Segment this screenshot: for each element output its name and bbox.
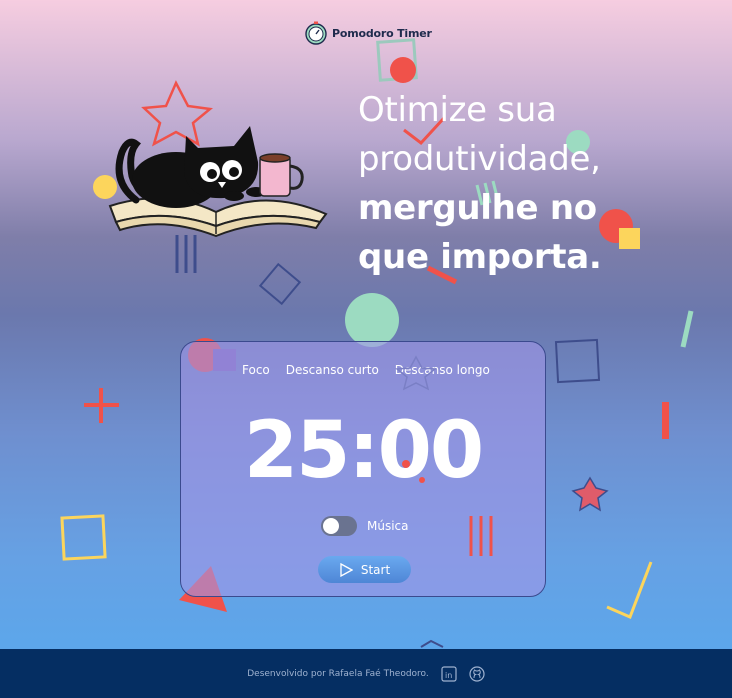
- deco-check: [606, 561, 653, 620]
- hero-line-4: que importa.: [358, 237, 602, 277]
- deco-line: [680, 310, 694, 348]
- deco-square: [60, 514, 107, 561]
- deco-square: [258, 262, 302, 306]
- hero-line-1: Otimize sua: [358, 90, 557, 130]
- music-toggle[interactable]: [321, 516, 357, 536]
- footer-credit: Desenvolvido por Rafaela Faé Theodoro.: [247, 668, 429, 679]
- github-icon[interactable]: [469, 665, 485, 682]
- deco-bar: [662, 402, 669, 439]
- stopwatch-icon: [304, 21, 328, 45]
- hero-line-2: produtividade,: [358, 139, 601, 179]
- timer-display: 25:00: [243, 406, 484, 496]
- app-title: Pomodoro Timer: [332, 26, 432, 40]
- footer: Desenvolvido por Rafaela Faé Theodoro. i…: [0, 649, 732, 698]
- music-control: Música: [321, 516, 409, 536]
- svg-text:in: in: [445, 671, 452, 680]
- deco-circle: [390, 57, 416, 83]
- deco-square: [554, 338, 601, 384]
- hero-line-3: mergulhe no: [358, 188, 597, 228]
- timer-card: Foco Descanso curto Descanso longo 25:00…: [180, 341, 546, 597]
- deco-star: [420, 639, 444, 648]
- start-label: Start: [360, 562, 391, 577]
- start-button[interactable]: Start: [318, 556, 411, 583]
- cat-book-illustration: [108, 126, 328, 238]
- tab-foco[interactable]: Foco: [242, 363, 270, 377]
- deco-star: [571, 476, 609, 512]
- mode-tabs: Foco Descanso curto Descanso longo: [242, 363, 490, 377]
- app-logo[interactable]: Pomodoro Timer: [304, 21, 432, 45]
- toggle-knob: [323, 518, 339, 534]
- tab-descanso-curto[interactable]: Descanso curto: [286, 363, 379, 377]
- deco-circle: [345, 293, 399, 347]
- music-label: Música: [367, 519, 409, 533]
- hero-headline: Otimize sua produtividade, mergulhe no q…: [358, 86, 688, 282]
- linkedin-icon[interactable]: in: [441, 665, 457, 682]
- play-icon: [339, 562, 353, 577]
- tab-descanso-longo[interactable]: Descanso longo: [395, 363, 490, 377]
